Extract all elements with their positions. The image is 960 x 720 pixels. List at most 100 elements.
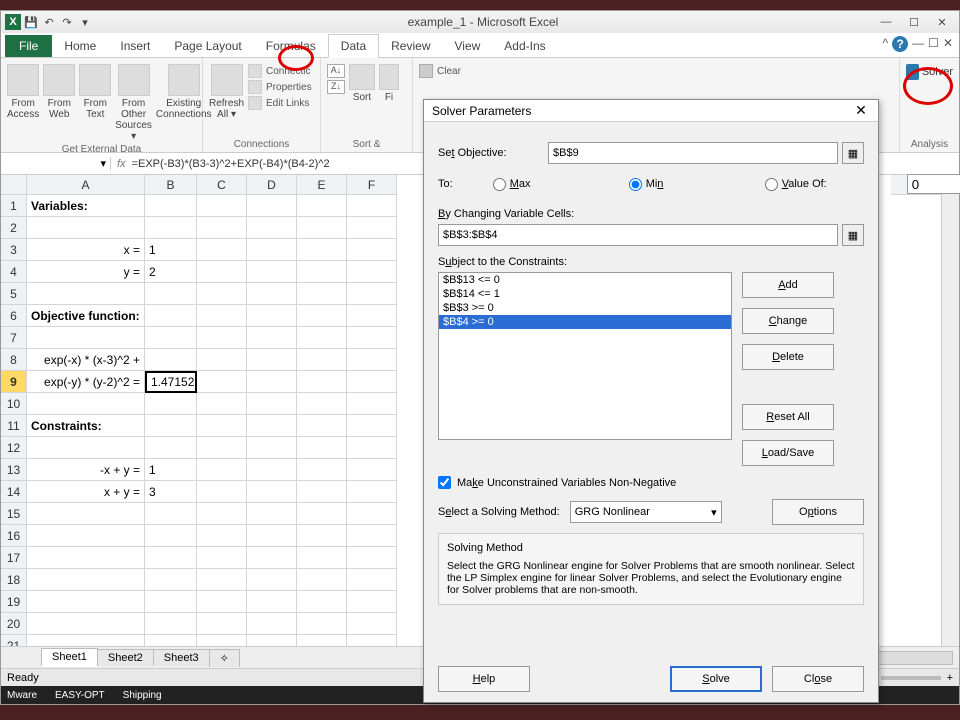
cell-B17[interactable] (145, 547, 197, 569)
row-header-7[interactable]: 7 (1, 327, 27, 349)
cell-B14[interactable]: 3 (145, 481, 197, 503)
cell-F18[interactable] (347, 569, 397, 591)
tab-home[interactable]: Home (52, 35, 108, 57)
close-button[interactable]: Close (772, 666, 864, 692)
cell-C21[interactable] (197, 635, 247, 646)
cell-C9[interactable] (197, 371, 247, 393)
cell-C7[interactable] (197, 327, 247, 349)
cell-E13[interactable] (297, 459, 347, 481)
cell-F14[interactable] (347, 481, 397, 503)
cell-C5[interactable] (197, 283, 247, 305)
cell-F11[interactable] (347, 415, 397, 437)
cell-D20[interactable] (247, 613, 297, 635)
cell-A5[interactable] (27, 283, 145, 305)
tab-review[interactable]: Review (379, 35, 442, 57)
cell-B13[interactable]: 1 (145, 459, 197, 481)
cell-F5[interactable] (347, 283, 397, 305)
radio-valueof[interactable]: Value Of: (765, 178, 875, 191)
cell-A6[interactable]: Objective function: (27, 305, 145, 327)
cell-D17[interactable] (247, 547, 297, 569)
cell-E5[interactable] (297, 283, 347, 305)
cell-E8[interactable] (297, 349, 347, 371)
cell-D1[interactable] (247, 195, 297, 217)
maximize-icon[interactable]: ☐ (901, 14, 927, 30)
cell-D11[interactable] (247, 415, 297, 437)
solving-method-combo[interactable]: GRG Nonlinear▾ (570, 501, 722, 523)
cell-E14[interactable] (297, 481, 347, 503)
cell-C19[interactable] (197, 591, 247, 613)
cell-F17[interactable] (347, 547, 397, 569)
cell-A7[interactable] (27, 327, 145, 349)
zoom-in-icon[interactable]: + (947, 672, 953, 684)
cell-B6[interactable] (145, 305, 197, 327)
cell-A3[interactable]: x = (27, 239, 145, 261)
cell-A2[interactable] (27, 217, 145, 239)
redo-icon[interactable]: ↷ (59, 14, 75, 30)
refresh-all-button[interactable]: Refresh All ▾ (209, 64, 244, 120)
undo-icon[interactable]: ↶ (41, 14, 57, 30)
cell-B21[interactable] (145, 635, 197, 646)
cell-E12[interactable] (297, 437, 347, 459)
mdi-close-icon[interactable]: ✕ (943, 36, 953, 52)
row-header-11[interactable]: 11 (1, 415, 27, 437)
properties-button[interactable]: Properties (248, 80, 312, 94)
help-button[interactable]: Help (438, 666, 530, 692)
cell-E4[interactable] (297, 261, 347, 283)
formula-text[interactable]: =EXP(-B3)*(B3-3)^2+EXP(-B4)*(B4-2)^2 (132, 158, 330, 170)
cell-E17[interactable] (297, 547, 347, 569)
cell-A11[interactable]: Constraints: (27, 415, 145, 437)
make-nonneg-checkbox[interactable] (438, 476, 451, 489)
cell-B1[interactable] (145, 195, 197, 217)
cell-C16[interactable] (197, 525, 247, 547)
sheet-tab-3[interactable]: Sheet3 (153, 649, 210, 666)
cell-C1[interactable] (197, 195, 247, 217)
sheet-tab-1[interactable]: Sheet1 (41, 648, 98, 667)
cell-D18[interactable] (247, 569, 297, 591)
changing-range-picker[interactable]: ▦ (842, 224, 864, 246)
cell-B9[interactable]: 1.47152 (145, 371, 197, 393)
cell-E1[interactable] (297, 195, 347, 217)
solve-button[interactable]: Solve (670, 666, 762, 692)
cell-E11[interactable] (297, 415, 347, 437)
cell-E7[interactable] (297, 327, 347, 349)
clear-filter-button[interactable]: Clear (419, 64, 461, 78)
cell-F19[interactable] (347, 591, 397, 613)
cell-A19[interactable] (27, 591, 145, 613)
cell-D15[interactable] (247, 503, 297, 525)
cell-F21[interactable] (347, 635, 397, 646)
cell-F3[interactable] (347, 239, 397, 261)
load-save-button[interactable]: Load/Save (742, 440, 834, 466)
col-header-d[interactable]: D (247, 175, 297, 195)
cell-F13[interactable] (347, 459, 397, 481)
cell-D19[interactable] (247, 591, 297, 613)
cell-D14[interactable] (247, 481, 297, 503)
cell-E16[interactable] (297, 525, 347, 547)
cell-C10[interactable] (197, 393, 247, 415)
row-header-19[interactable]: 19 (1, 591, 27, 613)
vertical-scrollbar[interactable] (941, 175, 959, 646)
constraint-item-0[interactable]: $B$13 <= 0 (439, 273, 731, 287)
cell-E3[interactable] (297, 239, 347, 261)
cell-C4[interactable] (197, 261, 247, 283)
cell-A18[interactable] (27, 569, 145, 591)
col-header-a[interactable]: A (27, 175, 145, 195)
cell-E15[interactable] (297, 503, 347, 525)
col-header-c[interactable]: C (197, 175, 247, 195)
cell-D2[interactable] (247, 217, 297, 239)
cell-B11[interactable] (145, 415, 197, 437)
row-header-21[interactable]: 21 (1, 635, 27, 646)
constraint-item-1[interactable]: $B$14 <= 1 (439, 287, 731, 301)
delete-constraint-button[interactable]: Delete (742, 344, 834, 370)
cell-F20[interactable] (347, 613, 397, 635)
name-box[interactable]: ▾ (1, 157, 111, 170)
connections-button[interactable]: Connectic (248, 64, 312, 78)
cell-F7[interactable] (347, 327, 397, 349)
cell-D21[interactable] (247, 635, 297, 646)
add-constraint-button[interactable]: Add (742, 272, 834, 298)
row-header-14[interactable]: 14 (1, 481, 27, 503)
save-icon[interactable]: 💾 (23, 14, 39, 30)
cell-A16[interactable] (27, 525, 145, 547)
cell-D5[interactable] (247, 283, 297, 305)
changing-cells-input[interactable] (438, 224, 838, 246)
row-header-2[interactable]: 2 (1, 217, 27, 239)
